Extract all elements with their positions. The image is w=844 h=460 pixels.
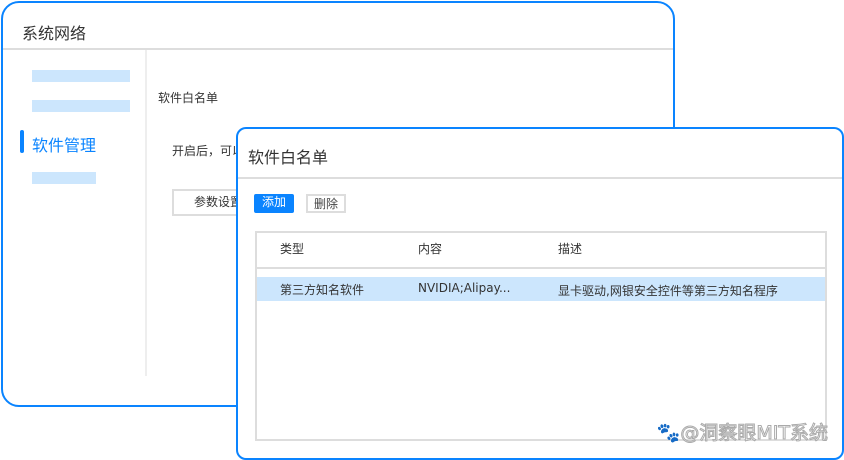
sidebar-item-placeholder[interactable] — [32, 70, 130, 82]
window-title: 系统网络 — [22, 24, 87, 43]
dialog-header-divider — [238, 177, 842, 179]
column-header-description[interactable]: 描述 — [558, 240, 582, 257]
watermark-text: @洞察眼MIT系统 — [680, 422, 829, 445]
paw-icon: 🐾 — [656, 422, 681, 445]
column-header-content[interactable]: 内容 — [418, 240, 442, 257]
sidebar-item-placeholder[interactable] — [32, 100, 130, 112]
active-indicator — [20, 130, 24, 153]
whitelist-dialog: 软件白名单 添加 删除 类型 内容 描述 第三方知名软件 NVIDIA;Alip… — [236, 127, 844, 460]
delete-button[interactable]: 删除 — [306, 194, 346, 213]
whitelist-table: 类型 内容 描述 第三方知名软件 NVIDIA;Alipay... 显卡驱动,网… — [255, 231, 827, 441]
watermark: 🐾@洞察眼MIT系统 — [656, 418, 829, 445]
section-description: 开启后，可以 — [172, 144, 245, 158]
sidebar-item-placeholder[interactable] — [32, 172, 96, 184]
table-row[interactable]: 第三方知名软件 NVIDIA;Alipay... 显卡驱动,网银安全控件等第三方… — [257, 277, 825, 301]
dialog-title: 软件白名单 — [248, 148, 329, 167]
cell-description: 显卡驱动,网银安全控件等第三方知名程序 — [558, 284, 778, 298]
header-divider — [3, 48, 673, 50]
column-header-type[interactable]: 类型 — [280, 240, 304, 257]
add-button[interactable]: 添加 — [254, 194, 294, 213]
section-title: 软件白名单 — [158, 91, 219, 105]
cell-content: NVIDIA;Alipay... — [418, 281, 511, 295]
sidebar-divider — [145, 50, 147, 376]
header-divider — [257, 267, 825, 269]
sidebar-item-software-management[interactable]: 软件管理 — [32, 132, 96, 156]
cell-type: 第三方知名软件 — [280, 283, 365, 297]
